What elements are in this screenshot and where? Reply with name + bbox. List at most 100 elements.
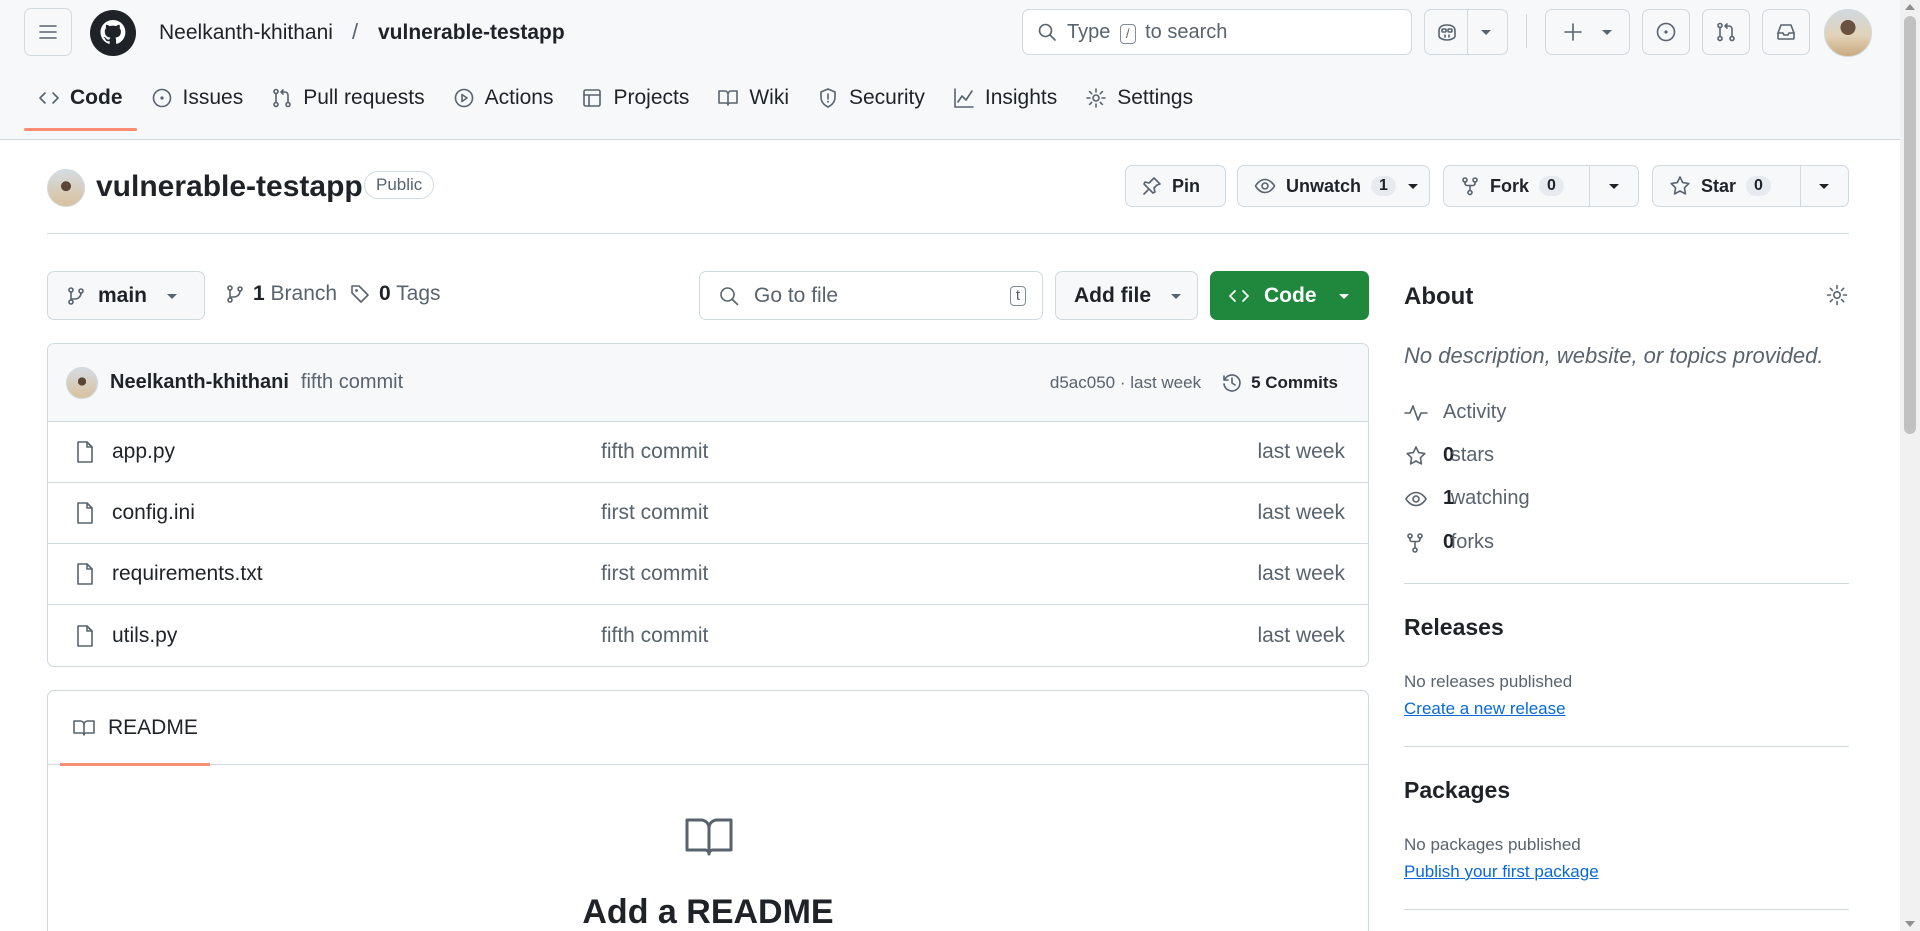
code-icon bbox=[1229, 289, 1249, 302]
menu-button[interactable] bbox=[24, 8, 72, 56]
gear-icon[interactable] bbox=[1825, 283, 1849, 307]
sidebar-divider bbox=[1404, 909, 1849, 910]
packages-title[interactable]: Packages bbox=[1404, 777, 1510, 804]
owner-avatar[interactable] bbox=[47, 169, 85, 207]
tab-insights[interactable]: Insights bbox=[939, 78, 1071, 118]
file-commit-message[interactable]: fifth commit bbox=[601, 440, 708, 464]
tab-projects[interactable]: Projects bbox=[567, 78, 703, 118]
star-dropdown[interactable] bbox=[1799, 166, 1848, 206]
breadcrumb-repo[interactable]: vulnerable-testapp bbox=[378, 21, 565, 45]
file-commit-time: last week bbox=[1257, 562, 1345, 585]
file-name[interactable]: requirements.txt bbox=[112, 562, 263, 586]
tab-label: Pull requests bbox=[303, 86, 425, 109]
your-issues-button[interactable] bbox=[1642, 9, 1690, 55]
stars-link[interactable]: 0 stars bbox=[1404, 444, 1494, 467]
commit-message[interactable]: fifth commit bbox=[301, 371, 403, 394]
repo-title[interactable]: vulnerable-testapp bbox=[96, 170, 363, 204]
chevron-down-icon[interactable] bbox=[1406, 179, 1420, 193]
file-icon bbox=[77, 502, 93, 524]
go-to-file-shortcut: t bbox=[1009, 285, 1026, 306]
unwatch-button[interactable]: Unwatch 1 bbox=[1237, 165, 1430, 207]
readme-heading: Add a README bbox=[582, 893, 834, 931]
file-commit-message[interactable]: first commit bbox=[601, 562, 708, 586]
activity-link[interactable]: Activity bbox=[1404, 401, 1506, 424]
fork-dropdown[interactable] bbox=[1588, 166, 1638, 206]
chevron-down-icon bbox=[1819, 184, 1830, 189]
forks-link[interactable]: 0 forks bbox=[1404, 531, 1494, 554]
latest-commit-bar: Neelkanth-khithani fifth commit d5ac050 … bbox=[48, 344, 1368, 422]
readme-panel: README Add a README bbox=[47, 690, 1369, 931]
commit-author[interactable]: Neelkanth-khithani bbox=[110, 371, 289, 394]
file-row[interactable]: requirements.txt first commit last week bbox=[48, 544, 1368, 605]
tab-label: Security bbox=[849, 86, 925, 109]
file-commit-message[interactable]: fifth commit bbox=[601, 624, 708, 648]
commit-author-avatar[interactable] bbox=[66, 366, 98, 399]
file-row[interactable]: config.ini first commit last week bbox=[48, 483, 1368, 544]
user-avatar[interactable] bbox=[1824, 9, 1872, 57]
star-icon bbox=[1670, 176, 1690, 195]
your-pull-requests-button[interactable] bbox=[1702, 9, 1750, 55]
file-name[interactable]: config.ini bbox=[112, 501, 195, 525]
scroll-up-arrow[interactable] bbox=[1905, 4, 1915, 10]
chevron-down-icon[interactable] bbox=[1479, 25, 1493, 39]
tab-wiki[interactable]: Wiki bbox=[703, 78, 803, 118]
tab-label: Wiki bbox=[749, 86, 789, 109]
readme-tab[interactable]: README bbox=[60, 691, 210, 766]
file-row[interactable]: utils.py fifth commit last week bbox=[48, 605, 1368, 666]
tag-icon bbox=[351, 285, 369, 303]
scrollbar-thumb[interactable] bbox=[1904, 16, 1916, 434]
code-dropdown-button[interactable]: Code bbox=[1210, 271, 1369, 320]
commits-history-link[interactable]: 5 Commits bbox=[1221, 372, 1338, 394]
star-button[interactable]: Star 0 bbox=[1652, 165, 1849, 207]
star-label: Star bbox=[1701, 175, 1737, 196]
add-file-button[interactable]: Add file bbox=[1055, 271, 1198, 320]
tab-code[interactable]: Code bbox=[24, 78, 137, 131]
play-icon bbox=[454, 88, 473, 108]
search-icon bbox=[1038, 23, 1056, 41]
git-branch-icon bbox=[227, 285, 243, 303]
branch-name: main bbox=[98, 283, 148, 307]
create-release-link[interactable]: Create a new release bbox=[1404, 699, 1566, 719]
inbox-button[interactable] bbox=[1762, 9, 1810, 55]
releases-note: No releases published bbox=[1404, 672, 1573, 691]
tags-link[interactable]: 0 Tags bbox=[349, 282, 441, 306]
fork-count: 0 bbox=[1539, 176, 1564, 196]
page-scrollbar[interactable] bbox=[1900, 0, 1920, 931]
branch-select-button[interactable]: main bbox=[47, 271, 205, 320]
github-logo[interactable] bbox=[90, 10, 136, 56]
sidebar-divider bbox=[1404, 746, 1849, 747]
go-to-file-input[interactable]: Go to file t bbox=[699, 271, 1043, 320]
file-commit-time: last week bbox=[1257, 440, 1345, 463]
star-icon bbox=[1406, 445, 1426, 465]
scroll-down-arrow[interactable] bbox=[1905, 921, 1915, 927]
commits-count-label: 5 Commits bbox=[1251, 373, 1338, 392]
breadcrumb-owner[interactable]: Neelkanth-khithani bbox=[159, 21, 333, 45]
plus-icon bbox=[1563, 23, 1582, 41]
fork-button[interactable]: Fork 0 bbox=[1443, 165, 1639, 207]
search-input[interactable]: Type / to search bbox=[1022, 9, 1412, 55]
book-icon bbox=[718, 90, 739, 106]
search-placeholder: Type / to search bbox=[1067, 20, 1228, 44]
file-row[interactable]: app.py fifth commit last week bbox=[48, 422, 1368, 483]
tab-label: Actions bbox=[484, 86, 554, 109]
tab-pull-requests[interactable]: Pull requests bbox=[257, 78, 438, 118]
pin-button[interactable]: Pin bbox=[1125, 165, 1226, 207]
file-commit-message[interactable]: first commit bbox=[601, 501, 708, 525]
branches-link[interactable]: 1 Branch bbox=[225, 282, 337, 306]
stars-label: stars bbox=[1450, 444, 1495, 466]
tab-settings[interactable]: Settings bbox=[1071, 78, 1207, 118]
tab-actions[interactable]: Actions bbox=[439, 78, 568, 118]
visibility-badge: Public bbox=[364, 171, 435, 199]
file-name[interactable]: utils.py bbox=[112, 624, 177, 648]
tab-issues[interactable]: Issues bbox=[137, 78, 258, 118]
commit-sha-time[interactable]: d5ac050 · last week bbox=[1050, 373, 1201, 393]
code-icon bbox=[39, 92, 59, 104]
create-new-button[interactable] bbox=[1545, 9, 1630, 55]
title-divider bbox=[47, 233, 1849, 234]
copilot-button[interactable] bbox=[1424, 9, 1508, 55]
publish-package-link[interactable]: Publish your first package bbox=[1404, 862, 1599, 882]
file-name[interactable]: app.py bbox=[112, 440, 175, 464]
releases-title[interactable]: Releases bbox=[1404, 614, 1504, 641]
tab-security[interactable]: Security bbox=[803, 78, 939, 118]
watchers-link[interactable]: 1 watching bbox=[1404, 487, 1530, 510]
